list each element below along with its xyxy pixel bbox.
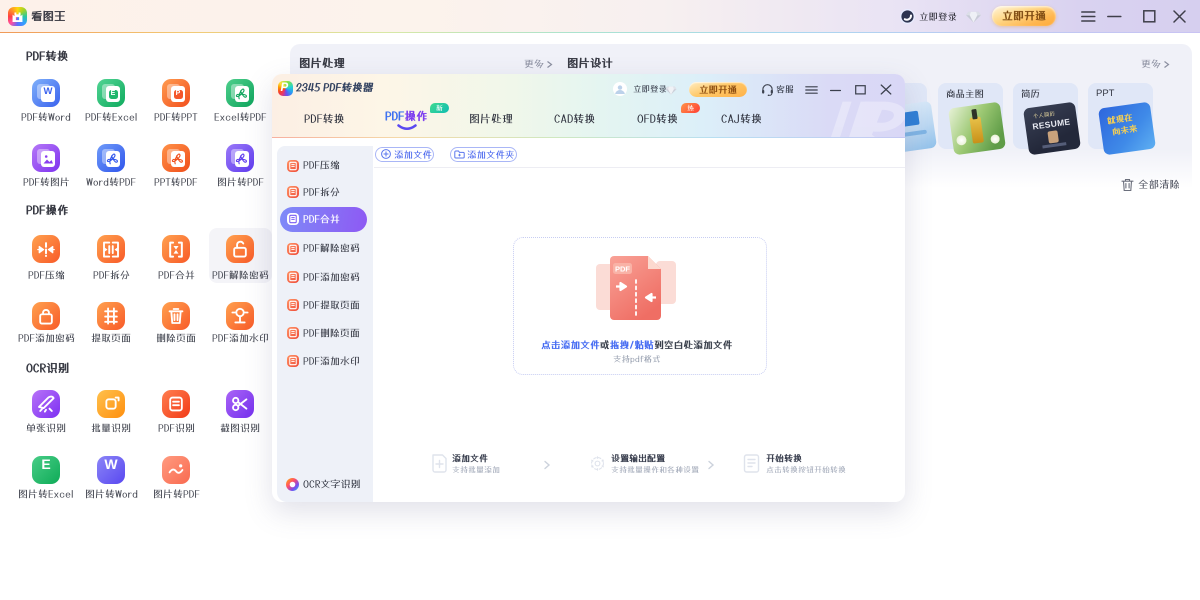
svg-text:PDF: PDF — [615, 265, 630, 274]
